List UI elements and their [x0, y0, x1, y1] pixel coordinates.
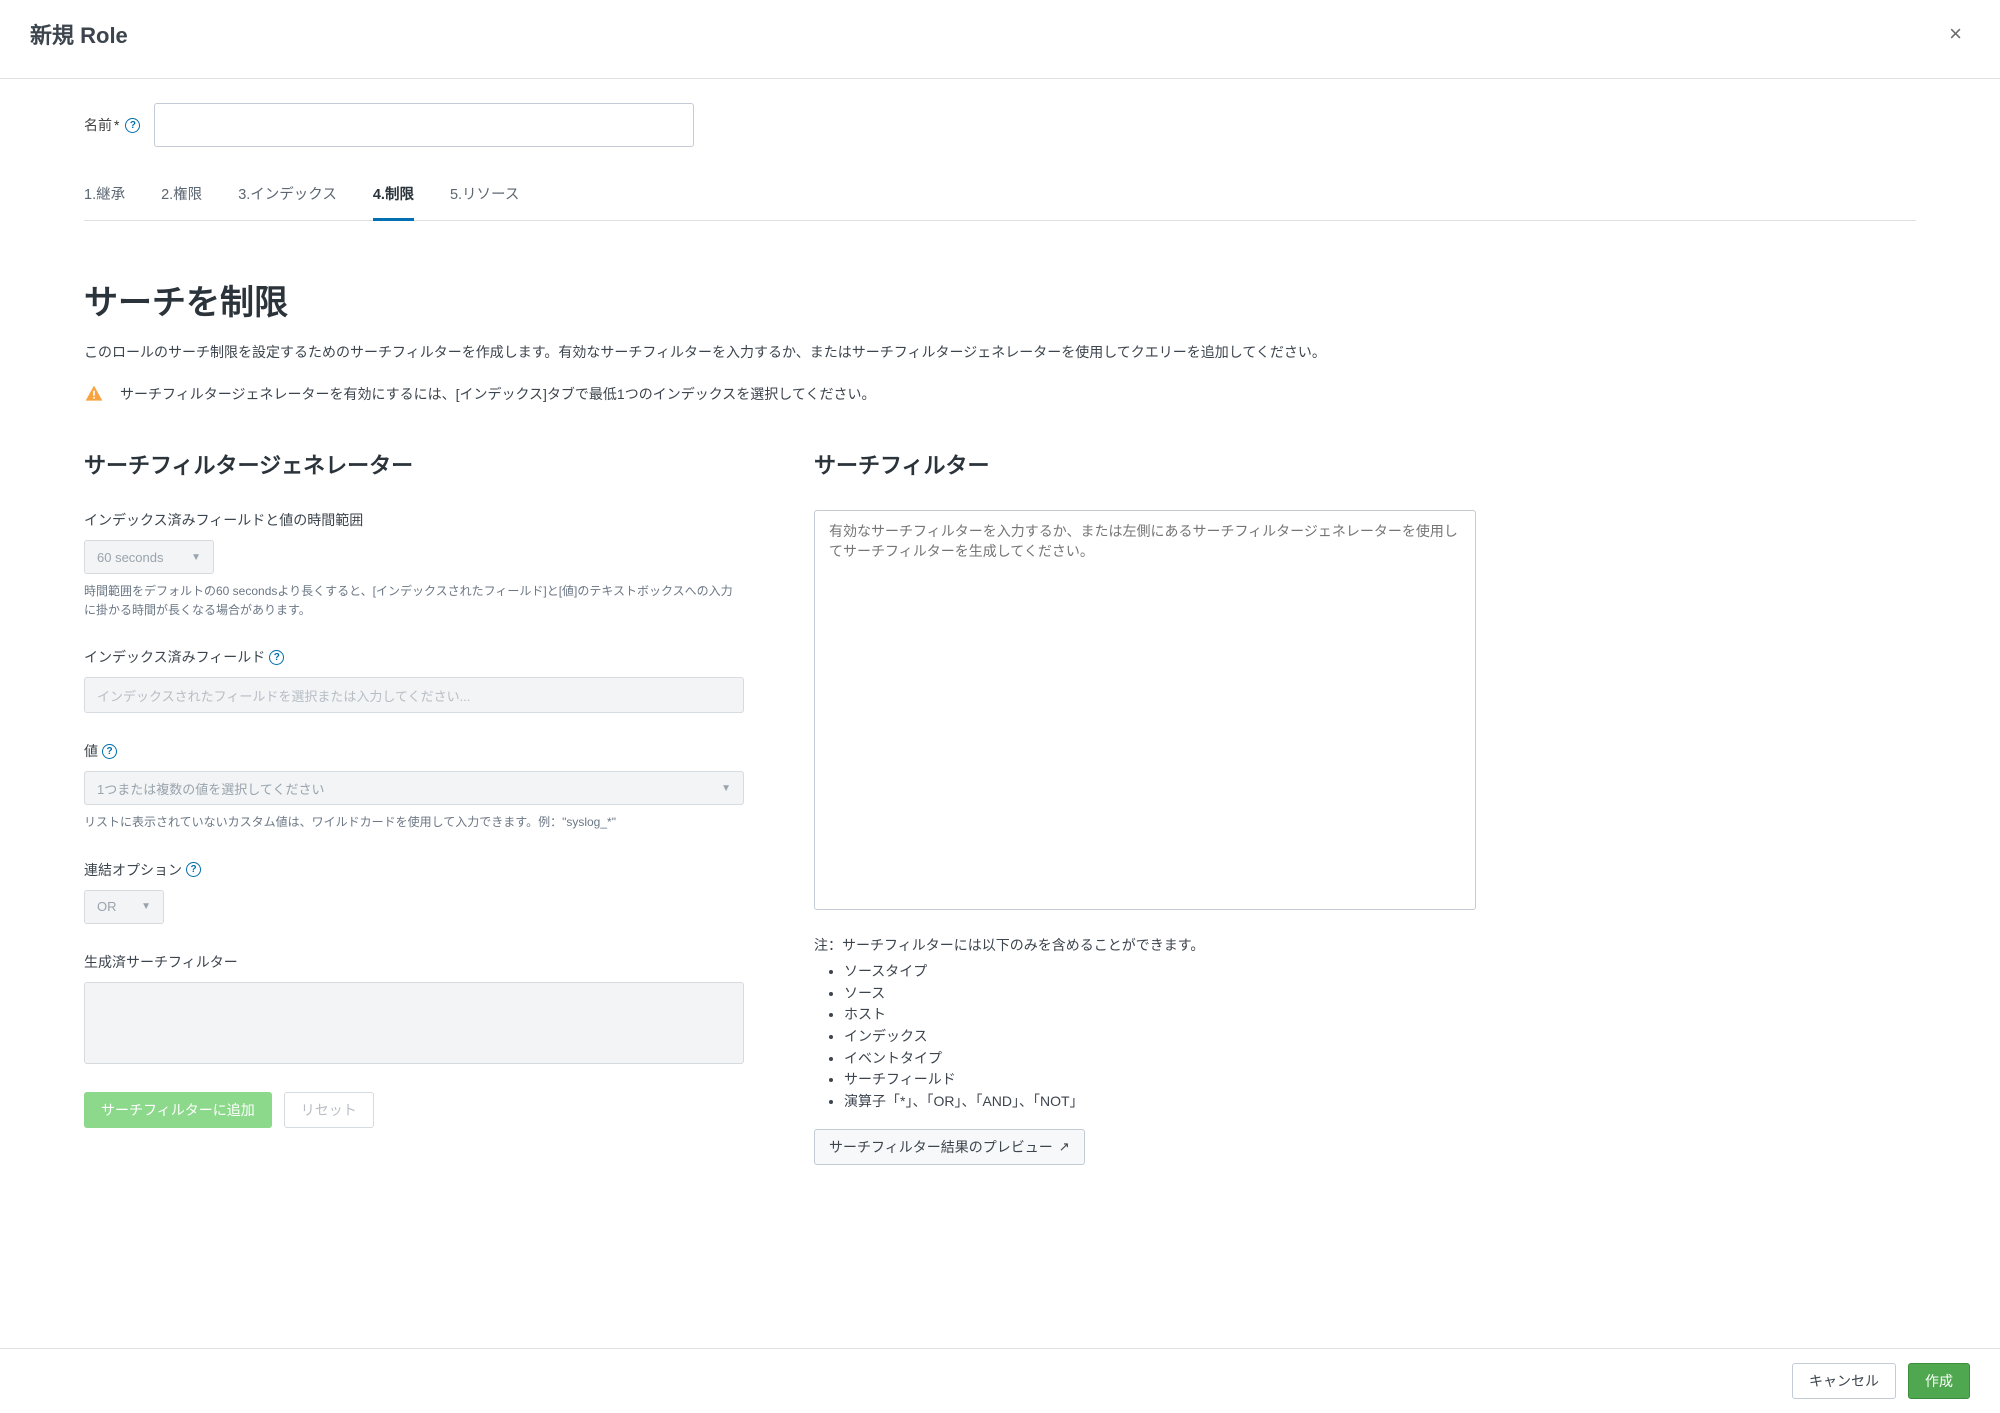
- list-item: イベントタイプ: [844, 1048, 1476, 1070]
- value-hint: リストに表示されていないカスタム値は、ワイルドカードを使用して入力できます。例：…: [84, 813, 744, 832]
- value-label: 値 ?: [84, 741, 744, 761]
- indexed-field-input: インデックスされたフィールドを選択または入力してください...: [84, 677, 744, 713]
- list-item: ソース: [844, 983, 1476, 1005]
- value-label-text: 値: [84, 741, 98, 761]
- preview-filter-button[interactable]: サーチフィルター結果のプレビュー ↗: [814, 1129, 1085, 1165]
- tab-restrictions[interactable]: 4.制限: [373, 183, 414, 221]
- warning-text: サーチフィルタージェネレーターを有効にするには、[インデックス]タブで最低1つの…: [120, 384, 875, 404]
- time-range-select: 60 seconds ▼: [84, 540, 214, 574]
- reset-button: リセット: [284, 1092, 374, 1128]
- warning-row: サーチフィルタージェネレーターを有効にするには、[インデックス]タブで最低1つの…: [84, 384, 1916, 404]
- close-icon[interactable]: ×: [1941, 19, 1970, 49]
- cancel-button[interactable]: キャンセル: [1792, 1363, 1896, 1399]
- time-range-label: インデックス済みフィールドと値の時間範囲: [84, 510, 744, 530]
- value-select: 1つまたは複数の値を選択してください ▼: [84, 771, 744, 805]
- list-item: ホスト: [844, 1004, 1476, 1026]
- chevron-down-icon: ▼: [721, 783, 731, 794]
- time-range-hint: 時間範囲をデフォルトの60 secondsより長くすると、[インデックスされたフ…: [84, 582, 744, 619]
- concat-value: OR: [97, 899, 117, 914]
- generator-heading: サーチフィルタージェネレーター: [84, 448, 744, 480]
- chevron-down-icon: ▼: [191, 552, 201, 563]
- help-icon[interactable]: ?: [102, 744, 117, 759]
- help-icon[interactable]: ?: [186, 862, 201, 877]
- page-description: このロールのサーチ制限を設定するためのサーチフィルターを作成します。有効なサーチ…: [84, 342, 1916, 362]
- chevron-down-icon: ▼: [141, 901, 151, 912]
- required-mark: *: [114, 117, 119, 133]
- help-icon[interactable]: ?: [269, 650, 284, 665]
- preview-filter-label: サーチフィルター結果のプレビュー: [829, 1137, 1053, 1157]
- modal-title: 新規 Role: [30, 18, 128, 50]
- name-label-text: 名前: [84, 115, 112, 135]
- time-range-value: 60 seconds: [97, 550, 164, 565]
- name-row: 名前* ?: [84, 103, 1916, 147]
- modal-header: 新規 Role ×: [0, 0, 2000, 79]
- search-filter-textarea[interactable]: [814, 510, 1476, 910]
- filter-column: サーチフィルター 注：サーチフィルターには以下のみを含めることができます。 ソー…: [814, 448, 1476, 1165]
- generated-filter-area: [84, 982, 744, 1064]
- indexed-field-label-text: インデックス済みフィールド: [84, 647, 265, 667]
- indexed-field-label: インデックス済みフィールド ?: [84, 647, 744, 667]
- create-button[interactable]: 作成: [1908, 1363, 1970, 1399]
- generator-column: サーチフィルタージェネレーター インデックス済みフィールドと値の時間範囲 60 …: [84, 448, 744, 1165]
- filter-note-label: 注：サーチフィルターには以下のみを含めることができます。: [814, 935, 1476, 955]
- page-title: サーチを制限: [84, 275, 1916, 324]
- tabs: 1.継承 2.権限 3.インデックス 4.制限 5.リソース: [84, 183, 1916, 221]
- name-input[interactable]: [154, 103, 694, 147]
- concat-label: 連結オプション ?: [84, 860, 744, 880]
- filter-heading: サーチフィルター: [814, 448, 1476, 480]
- name-label: 名前* ?: [84, 115, 140, 135]
- concat-label-text: 連結オプション: [84, 860, 182, 880]
- tab-inheritance[interactable]: 1.継承: [84, 183, 125, 220]
- list-item: サーチフィールド: [844, 1069, 1476, 1091]
- concat-select: OR ▼: [84, 890, 164, 924]
- modal-footer: キャンセル 作成: [0, 1348, 2000, 1413]
- external-link-icon: ↗: [1059, 1139, 1070, 1155]
- tab-resources[interactable]: 5.リソース: [450, 183, 519, 220]
- tab-permissions[interactable]: 2.権限: [161, 183, 202, 220]
- list-item: 演算子「*」、「OR」、「AND」、「NOT」: [844, 1091, 1476, 1113]
- help-icon[interactable]: ?: [125, 118, 140, 133]
- add-filter-button: サーチフィルターに追加: [84, 1092, 272, 1128]
- generated-filter-label: 生成済サーチフィルター: [84, 952, 744, 972]
- indexed-field-placeholder: インデックスされたフィールドを選択または入力してください...: [97, 686, 470, 705]
- list-item: インデックス: [844, 1026, 1476, 1048]
- value-placeholder: 1つまたは複数の値を選択してください: [97, 779, 324, 798]
- warning-icon: [84, 384, 104, 404]
- tab-indexes[interactable]: 3.インデックス: [238, 183, 337, 220]
- list-item: ソースタイプ: [844, 961, 1476, 983]
- filter-note-list: ソースタイプ ソース ホスト インデックス イベントタイプ サーチフィールド 演…: [814, 961, 1476, 1113]
